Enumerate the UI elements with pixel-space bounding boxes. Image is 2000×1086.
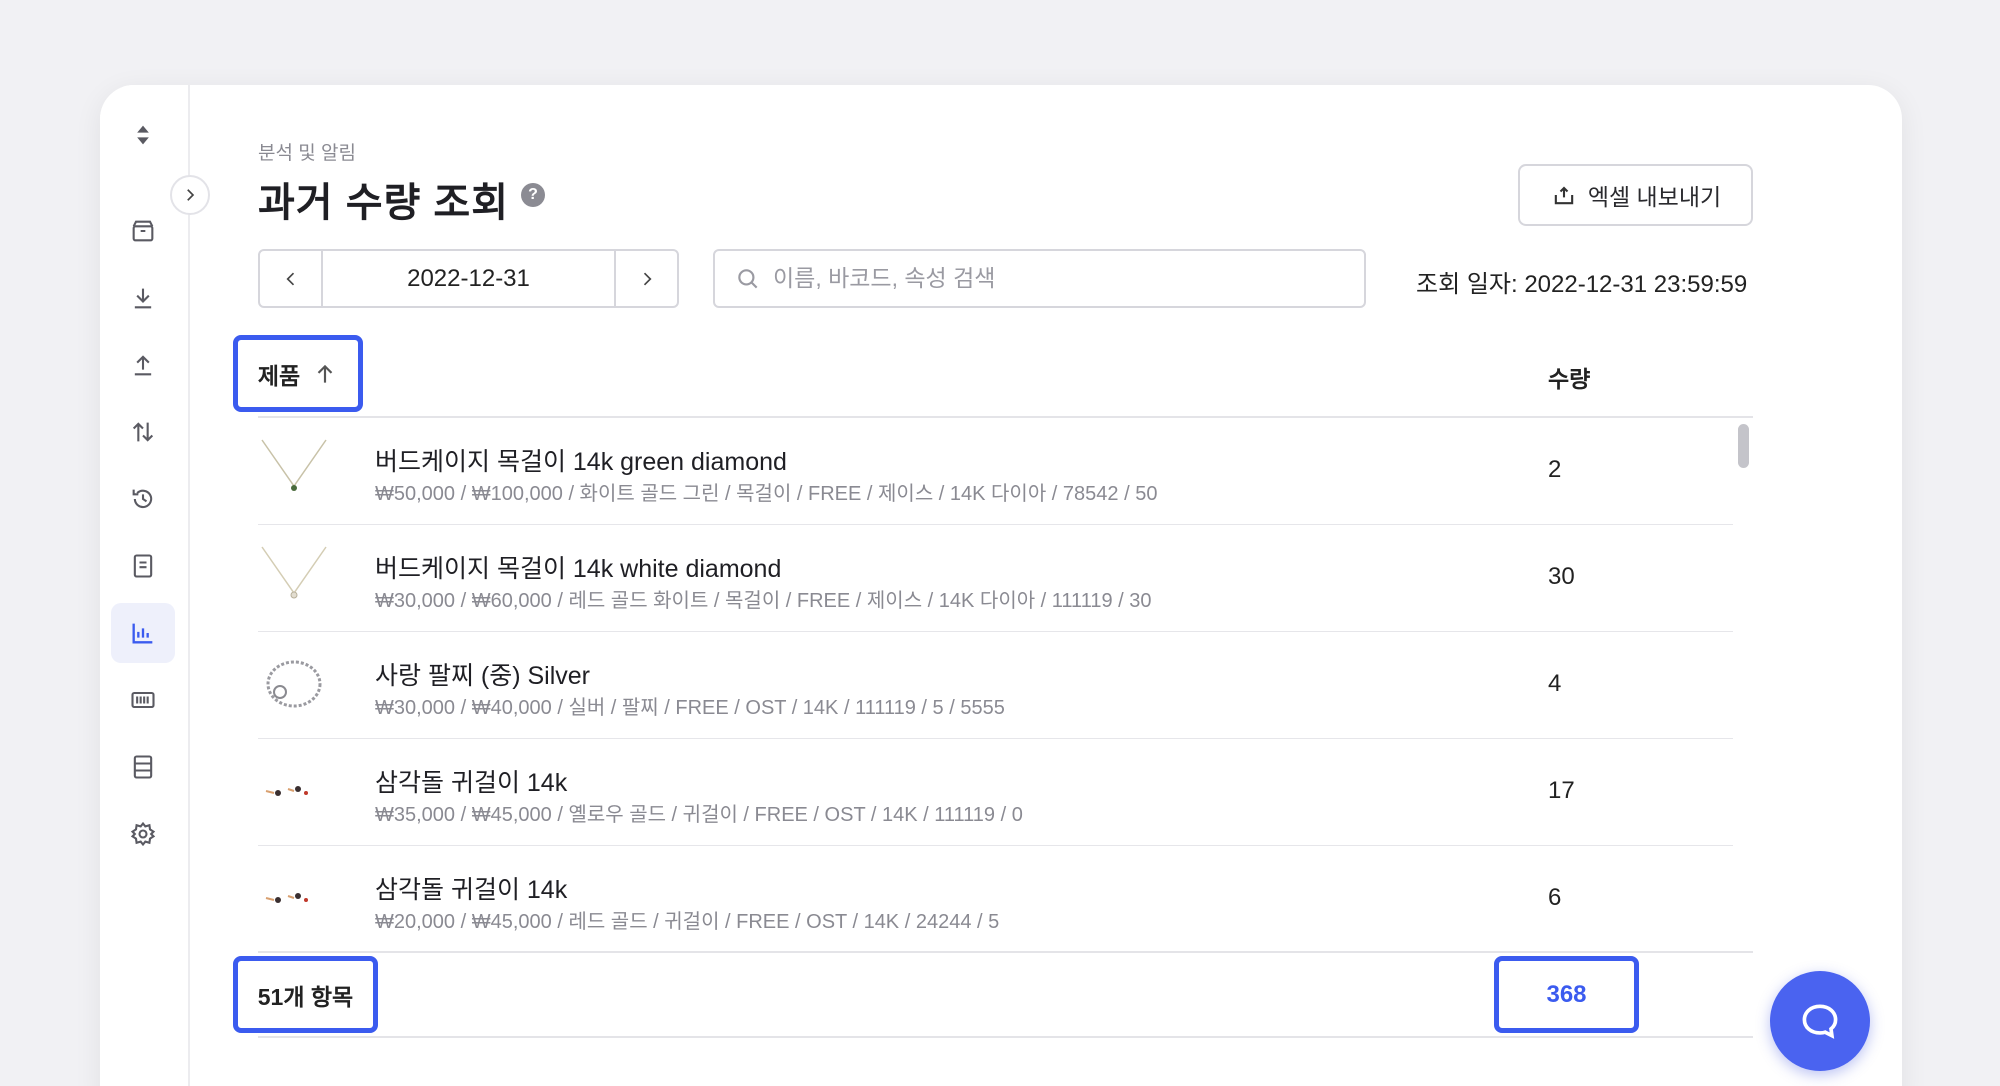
product-name: 삼각돌 귀걸이 14k xyxy=(375,769,568,797)
footer-divider xyxy=(258,951,1753,953)
earrings-thumbnail xyxy=(258,862,330,934)
quantity-column-header[interactable]: 수량 xyxy=(1548,360,1590,394)
sidebar xyxy=(100,85,190,1086)
search-input[interactable] xyxy=(773,265,1364,292)
document-icon[interactable] xyxy=(111,536,175,596)
product-quantity: 30 xyxy=(1548,563,1575,590)
chat-button[interactable] xyxy=(1770,971,1870,1071)
product-name: 사랑 팔찌 (중) Silver xyxy=(375,662,591,690)
necklace-thumbnail xyxy=(258,434,330,506)
download-icon[interactable] xyxy=(111,268,175,328)
product-meta: ₩30,000 / ₩40,000 / 실버 / 팔찌 / FREE / OST… xyxy=(375,697,1005,719)
chart-icon[interactable] xyxy=(111,603,175,663)
product-meta: ₩30,000 / ₩60,000 / 레드 골드 화이트 / 목걸이 / FR… xyxy=(375,590,1152,612)
prev-date-button[interactable] xyxy=(260,251,321,306)
query-date: 조회 일자: 2022-12-31 23:59:59 xyxy=(1416,271,1748,298)
product-quantity: 6 xyxy=(1548,884,1562,911)
sort-ascending-icon xyxy=(317,364,333,383)
chevron-right-icon xyxy=(643,272,652,285)
upload-icon[interactable] xyxy=(111,335,175,395)
breadcrumb[interactable]: 분석 및 알림 xyxy=(258,138,356,165)
box-icon[interactable] xyxy=(111,201,175,261)
sidebar-expand-button[interactable] xyxy=(170,175,210,215)
next-date-button[interactable] xyxy=(616,251,677,306)
product-meta: ₩50,000 / ₩100,000 / 화이트 골드 그린 / 목걸이 / F… xyxy=(375,483,1158,505)
product-quantity: 2 xyxy=(1548,456,1562,483)
product-name: 삼각돌 귀걸이 14k xyxy=(375,876,568,904)
sort-updown-icon[interactable] xyxy=(111,105,175,165)
product-quantity: 17 xyxy=(1548,777,1575,804)
chat-bubble-icon xyxy=(1802,1004,1838,1039)
barcode-icon[interactable] xyxy=(111,670,175,730)
table-row[interactable]: 삼각돌 귀걸이 14k ₩20,000 / ₩45,000 / 레드 골드 / … xyxy=(258,846,1733,953)
database-icon[interactable] xyxy=(111,737,175,797)
search-box xyxy=(713,249,1366,308)
history-icon[interactable] xyxy=(111,469,175,529)
item-count: 51개 항목 xyxy=(233,956,378,1033)
table-row[interactable]: 삼각돌 귀걸이 14k ₩35,000 / ₩45,000 / 옐로우 골드 /… xyxy=(258,739,1733,846)
transfer-icon[interactable] xyxy=(111,402,175,462)
export-icon xyxy=(1554,186,1574,205)
help-icon[interactable]: ? xyxy=(521,183,545,207)
table-row[interactable]: 사랑 팔찌 (중) Silver ₩30,000 / ₩40,000 / 실버 … xyxy=(258,632,1733,739)
export-label: 엑셀 내보내기 xyxy=(1587,184,1722,210)
bracelet-thumbnail xyxy=(258,648,330,720)
search-icon xyxy=(738,268,758,288)
product-column-header[interactable]: 제품 xyxy=(233,335,363,412)
necklace-thumbnail xyxy=(258,541,330,613)
product-meta: ₩35,000 / ₩45,000 / 옐로우 골드 / 귀걸이 / FREE … xyxy=(375,804,1023,826)
date-navigator: 2022-12-31 xyxy=(258,249,679,308)
page-title: 과거 수량 조회 xyxy=(258,181,510,225)
footer-bottom-divider xyxy=(258,1036,1753,1038)
product-name: 버드케이지 목걸이 14k green diamond xyxy=(375,448,787,476)
scrollbar[interactable] xyxy=(1738,424,1749,468)
product-meta: ₩20,000 / ₩45,000 / 레드 골드 / 귀걸이 / FREE /… xyxy=(375,911,1000,933)
earrings-thumbnail xyxy=(258,755,330,827)
date-display[interactable]: 2022-12-31 xyxy=(321,251,616,306)
chevron-left-icon xyxy=(285,272,294,285)
product-name: 버드케이지 목걸이 14k white diamond xyxy=(375,555,782,583)
total-quantity: 368 xyxy=(1494,956,1639,1033)
product-quantity: 4 xyxy=(1548,670,1562,697)
table-row[interactable]: 버드케이지 목걸이 14k green diamond ₩50,000 / ₩1… xyxy=(258,418,1733,525)
export-excel-button[interactable]: 엑셀 내보내기 xyxy=(1518,164,1753,226)
table-row[interactable]: 버드케이지 목걸이 14k white diamond ₩30,000 / ₩6… xyxy=(258,525,1733,632)
settings-icon[interactable] xyxy=(111,804,175,864)
product-column-label: 제품 xyxy=(257,362,301,389)
chevron-right-icon xyxy=(187,189,195,201)
